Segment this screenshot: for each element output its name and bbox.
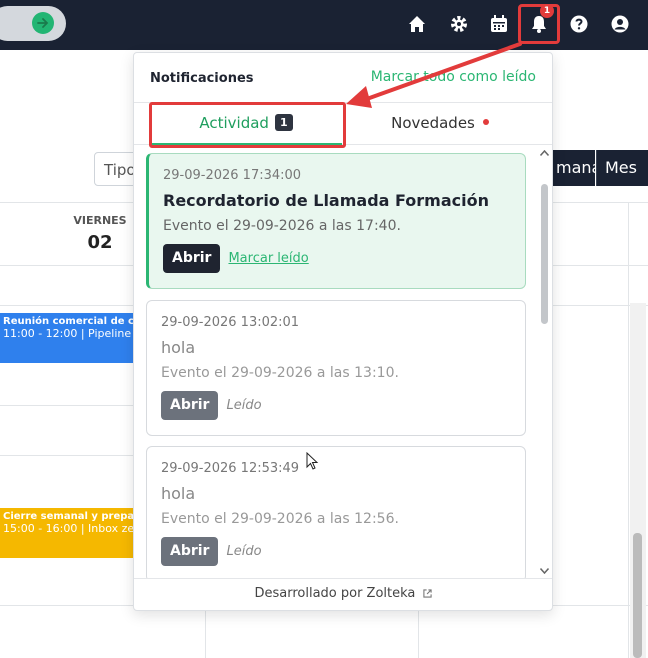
annotation-arrow-icon — [346, 42, 522, 108]
mouse-cursor-icon — [306, 452, 319, 470]
page: 1 Tipo mana Mes VIERNES 02 Reunión comer… — [0, 0, 648, 658]
